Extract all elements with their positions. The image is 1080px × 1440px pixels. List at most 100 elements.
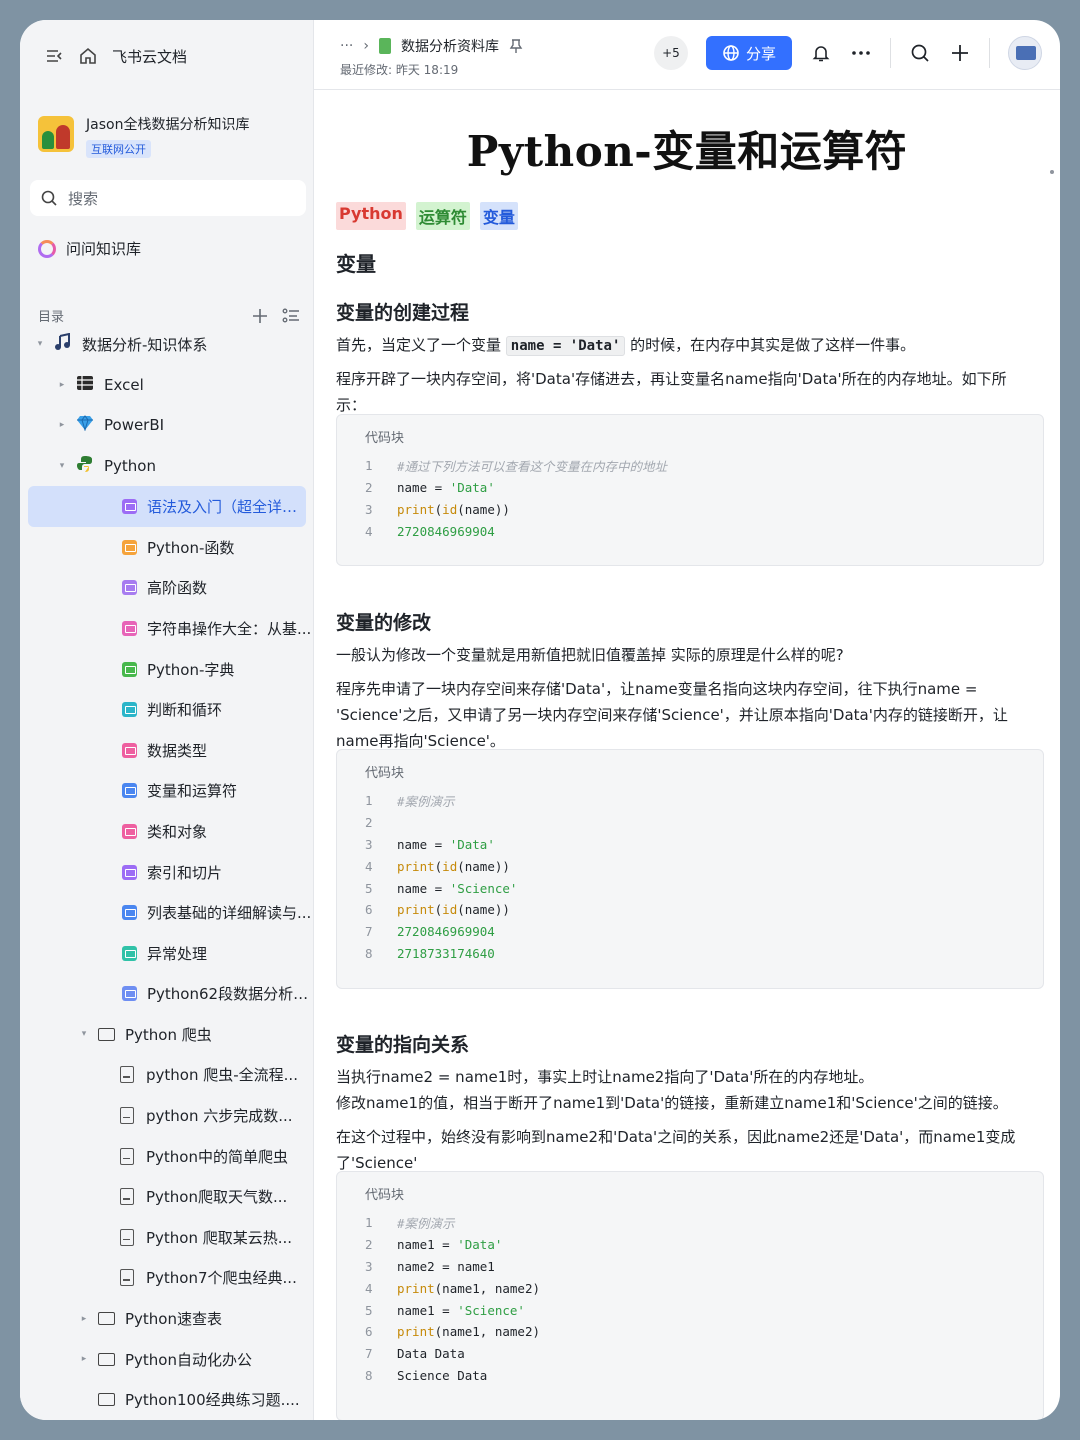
add-icon[interactable] — [252, 308, 268, 324]
knowledge-base-header[interactable]: Jason全栈数据分析知识库 互联网公开 — [38, 112, 249, 158]
share-button[interactable]: 分享 — [705, 36, 792, 70]
code-token: (name)) — [457, 858, 510, 874]
line-number: 6 — [365, 1324, 373, 1340]
sidebar-item[interactable]: 高阶函数 — [28, 568, 312, 609]
paragraph-1-a: 首先，当定义了一个变量 — [336, 336, 502, 354]
ask-kb-button[interactable]: 问问知识库 — [38, 238, 141, 259]
line-number: 1 — [365, 458, 373, 474]
folder-icon — [98, 1027, 115, 1041]
expand-caret-icon[interactable]: ▸ — [78, 1354, 90, 1364]
expand-caret-icon[interactable]: ▾ — [34, 339, 46, 349]
code-block-1[interactable]: 代码块 1 #通过下列方法可以查看这个变量在内存中的地址 2 name = 'Data… — [336, 414, 1044, 566]
breadcrumb-title[interactable]: 数据分析资料库 — [401, 36, 499, 56]
sidebar-item[interactable]: Python7个爬虫经典... — [28, 1258, 312, 1299]
sidebar-item-label: Python-函数 — [147, 538, 235, 557]
sidebar-item[interactable]: ▸ PowerBI — [28, 405, 312, 446]
app-name[interactable]: 飞书云文档 — [112, 46, 187, 67]
create-icon[interactable] — [949, 42, 971, 64]
header-actions: +5 分享 — [653, 36, 1042, 70]
music-note-icon — [54, 333, 72, 355]
line-number: 2 — [365, 1237, 373, 1253]
expand-caret-icon[interactable]: ▸ — [56, 380, 68, 390]
code-line: 7 2720846969904 — [365, 921, 517, 943]
pin-icon[interactable] — [509, 38, 523, 54]
code-line: 7 Data Data — [365, 1343, 540, 1365]
collaborators-count[interactable]: +5 — [653, 36, 688, 70]
sidebar-item[interactable]: ▸ Python速查表 — [28, 1298, 312, 1339]
sidebar-item[interactable]: 字符串操作大全：从基... — [28, 608, 312, 649]
sidebar-item[interactable]: Python-函数 — [28, 527, 312, 568]
sidebar-item-label: 数据分析-知识体系 — [82, 335, 208, 354]
doc-icon — [122, 823, 137, 839]
outline-list-icon[interactable] — [282, 308, 300, 324]
sidebar-item[interactable]: ▾ 数据分析-知识体系 — [28, 324, 312, 365]
file-icon — [120, 1147, 134, 1165]
sidebar-item[interactable]: Python62段数据分析和... — [28, 974, 312, 1015]
expand-caret-icon[interactable]: ▸ — [78, 1314, 90, 1324]
sidebar-item[interactable]: python 爬虫-全流程... — [28, 1055, 312, 1096]
home-icon[interactable] — [78, 46, 98, 66]
doc-icon — [122, 864, 137, 880]
sidebar-item[interactable]: Python中的简单爬虫 — [28, 1136, 312, 1177]
code-line: 2 name1 = 'Data' — [365, 1234, 540, 1256]
code-token: name2 = name1 — [397, 1258, 495, 1274]
sidebar-item[interactable]: ▾ Python — [28, 446, 312, 487]
search-input[interactable]: 搜索 — [30, 180, 306, 216]
folder-icon — [98, 1393, 115, 1407]
tag-operators[interactable]: 运算符 — [415, 202, 470, 230]
file-icon — [120, 1107, 134, 1125]
tag-python[interactable]: Python — [336, 202, 406, 230]
sidebar-item[interactable]: 语法及入门（超全详解） — [28, 486, 306, 527]
sidebar-item[interactable]: Python 爬取某云热... — [28, 1217, 312, 1258]
code-token: (name1, name2) — [434, 1324, 540, 1340]
sidebar-item[interactable]: 判断和循环 — [28, 689, 312, 730]
sidebar-item[interactable]: ▸ Excel — [28, 365, 312, 406]
sidebar-item[interactable]: 类和对象 — [28, 811, 312, 852]
sidebar-item[interactable]: ▸ Python自动化办公 — [28, 1339, 312, 1380]
code-token: print — [397, 902, 435, 918]
code-token: #通过下列方法可以查看这个变量在内存中的地址 — [397, 459, 668, 475]
code-lines: 1 #案例演示 2 3 name = 'Data' 4 print(id (name)) 5 na… — [365, 790, 517, 964]
sidebar-item[interactable]: 异常处理 — [28, 933, 312, 974]
code-line: 3 name2 = name1 — [365, 1256, 540, 1278]
paragraph-1-b: 的时候，在内存中其实是做了这样一件事。 — [630, 336, 916, 354]
code-token: name = — [397, 880, 450, 896]
bell-icon[interactable] — [810, 42, 832, 64]
toc-label: 目录 — [38, 310, 65, 325]
sidebar-item[interactable]: ▾ Python 爬虫 — [28, 1014, 312, 1055]
sidebar-item[interactable]: Python爬取天气数... — [28, 1176, 312, 1217]
code-token: (name)) — [457, 501, 510, 517]
collapse-sidebar-icon[interactable] — [44, 46, 64, 66]
kb-logo — [38, 116, 74, 152]
sidebar-item[interactable]: 数据类型 — [28, 730, 312, 771]
sidebar-item-label: Python 爬虫 — [125, 1025, 212, 1044]
breadcrumb-more-button[interactable]: ··· — [340, 38, 353, 54]
search-icon[interactable] — [909, 42, 931, 64]
expand-caret-icon[interactable]: ▾ — [78, 1029, 90, 1039]
sidebar-item-label: 变量和运算符 — [147, 782, 238, 801]
folder-icon — [98, 1312, 115, 1326]
tag-list: Python 运算符 变量 — [336, 202, 518, 230]
sidebar-item-label: PowerBI — [104, 416, 165, 435]
line-number: 8 — [365, 1367, 373, 1383]
sidebar-item[interactable]: 变量和运算符 — [28, 771, 312, 812]
paragraph-2: 程序开辟了一块内存空间，将'Data'存储进去，再让变量名name指向'Data… — [336, 370, 1007, 414]
sidebar-item[interactable]: Python-字典 — [28, 649, 312, 690]
sidebar-item-label: 类和对象 — [147, 822, 208, 841]
line-number: 7 — [365, 1346, 373, 1362]
more-icon[interactable] — [850, 42, 872, 64]
sidebar-item[interactable]: Python100经典练习题.... — [28, 1379, 312, 1420]
sidebar-item-label: 高阶函数 — [147, 579, 208, 598]
expand-caret-icon[interactable]: ▾ — [56, 461, 68, 471]
sidebar-item-label: Excel — [104, 375, 144, 394]
expand-caret-icon[interactable]: ▸ — [56, 420, 68, 430]
code-block-2[interactable]: 代码块 1 #案例演示 2 3 name = 'Data' 4 print(id (name)… — [336, 749, 1044, 989]
doc-icon — [122, 499, 137, 515]
sidebar-item[interactable]: python 六步完成数... — [28, 1095, 312, 1136]
sidebar-item[interactable]: 索引和切片 — [28, 852, 312, 893]
avatar[interactable] — [1008, 36, 1042, 70]
sidebar-item[interactable]: 列表基础的详细解读与... — [28, 892, 312, 933]
code-block-3[interactable]: 代码块 1 #案例演示 2 name1 = 'Data' 3 name2 = name1 4… — [336, 1171, 1044, 1420]
tag-variables[interactable]: 变量 — [479, 202, 518, 230]
doc-icon — [122, 905, 137, 921]
